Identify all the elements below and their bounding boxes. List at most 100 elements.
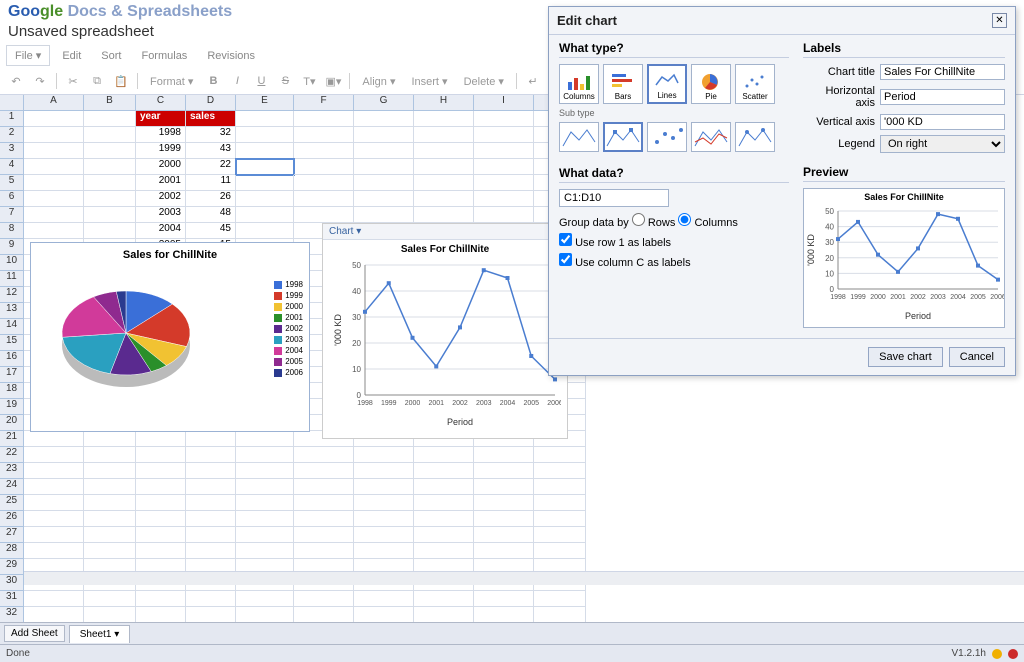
chart-title-input[interactable] (880, 64, 1005, 80)
cell[interactable] (354, 191, 414, 207)
cell[interactable]: 2002 (136, 191, 186, 207)
copy-icon[interactable]: ⧉ (87, 72, 107, 90)
cell[interactable] (354, 607, 414, 623)
data-range-input[interactable] (559, 189, 669, 207)
cell[interactable] (84, 495, 136, 511)
cell[interactable] (24, 207, 84, 223)
cell[interactable] (474, 111, 534, 127)
cell[interactable] (84, 431, 136, 447)
cell[interactable] (474, 479, 534, 495)
cell[interactable] (534, 511, 586, 527)
cell[interactable] (294, 591, 354, 607)
cell[interactable] (186, 495, 236, 511)
cell[interactable] (24, 175, 84, 191)
cell[interactable] (354, 543, 414, 559)
group-rows-radio[interactable]: Rows (632, 217, 676, 229)
cell[interactable] (354, 175, 414, 191)
cell[interactable] (414, 591, 474, 607)
cell[interactable] (294, 511, 354, 527)
cell[interactable] (474, 127, 534, 143)
cell[interactable] (186, 463, 236, 479)
cell[interactable]: 2003 (136, 207, 186, 223)
cell[interactable] (474, 191, 534, 207)
cell[interactable] (294, 111, 354, 127)
cell[interactable] (474, 207, 534, 223)
cell[interactable] (354, 511, 414, 527)
cell[interactable] (136, 463, 186, 479)
cell[interactable] (294, 159, 354, 175)
menu-formulas[interactable]: Formulas (133, 47, 195, 65)
cell[interactable] (414, 175, 474, 191)
chart-type-pie[interactable]: Pie (691, 64, 731, 104)
cell[interactable] (414, 511, 474, 527)
cell[interactable] (414, 447, 474, 463)
cell[interactable] (414, 207, 474, 223)
cell[interactable] (354, 447, 414, 463)
paste-icon[interactable]: 📋 (111, 72, 131, 90)
cell[interactable] (24, 431, 84, 447)
cell[interactable] (354, 111, 414, 127)
cell[interactable]: 22 (186, 159, 236, 175)
menu-sort[interactable]: Sort (93, 47, 129, 65)
cell[interactable] (474, 159, 534, 175)
cell[interactable] (294, 463, 354, 479)
cell[interactable] (236, 495, 294, 511)
cell[interactable] (354, 463, 414, 479)
cell[interactable] (186, 607, 236, 623)
horizontal-scrollbar[interactable] (24, 571, 1024, 585)
cell[interactable]: 2004 (136, 223, 186, 239)
cell[interactable] (24, 143, 84, 159)
cell[interactable] (354, 527, 414, 543)
close-icon[interactable]: ✕ (992, 13, 1007, 28)
cell[interactable] (84, 111, 136, 127)
sheet-tab-1[interactable]: Sheet1 ▾ (69, 625, 131, 643)
chart-subtype-1[interactable] (603, 122, 643, 152)
cell[interactable] (136, 479, 186, 495)
cell[interactable] (474, 607, 534, 623)
cell[interactable] (294, 479, 354, 495)
cell[interactable] (294, 143, 354, 159)
cell[interactable] (24, 127, 84, 143)
cell[interactable] (84, 479, 136, 495)
cell[interactable] (84, 463, 136, 479)
cell[interactable] (24, 511, 84, 527)
wrap-icon[interactable]: ↵ (523, 72, 543, 90)
italic-icon[interactable]: I (227, 72, 247, 90)
legend-select[interactable]: On right (880, 135, 1005, 153)
cell[interactable] (474, 527, 534, 543)
cell[interactable] (534, 495, 586, 511)
menu-edit[interactable]: Edit (54, 47, 89, 65)
haxis-input[interactable] (880, 89, 1005, 105)
cell[interactable] (24, 479, 84, 495)
redo-icon[interactable]: ↷ (30, 72, 50, 90)
cell[interactable] (414, 111, 474, 127)
cell[interactable]: 43 (186, 143, 236, 159)
use-row-1-checkbox[interactable]: Use row 1 as labels (559, 237, 671, 249)
cell[interactable] (236, 527, 294, 543)
cell[interactable] (294, 495, 354, 511)
chart-type-bars[interactable]: Bars (603, 64, 643, 104)
insert-dropdown[interactable]: Insert ▾ (405, 73, 453, 90)
cell[interactable] (186, 447, 236, 463)
cell[interactable] (186, 479, 236, 495)
cell[interactable] (354, 207, 414, 223)
cell[interactable] (534, 607, 586, 623)
cell[interactable] (534, 463, 586, 479)
cell[interactable] (24, 463, 84, 479)
cell[interactable] (414, 527, 474, 543)
group-cols-radio[interactable]: Columns (678, 217, 737, 229)
cell[interactable] (474, 143, 534, 159)
cell[interactable] (136, 511, 186, 527)
cell[interactable] (354, 495, 414, 511)
cell[interactable] (236, 207, 294, 223)
cell[interactable] (84, 607, 136, 623)
use-col-c-checkbox[interactable]: Use column C as labels (559, 257, 691, 269)
delete-dropdown[interactable]: Delete ▾ (458, 73, 510, 90)
cell[interactable] (474, 447, 534, 463)
cell[interactable] (136, 591, 186, 607)
cell[interactable] (84, 175, 136, 191)
cell[interactable]: 11 (186, 175, 236, 191)
cell[interactable] (294, 447, 354, 463)
cell[interactable] (354, 591, 414, 607)
cell[interactable] (294, 607, 354, 623)
